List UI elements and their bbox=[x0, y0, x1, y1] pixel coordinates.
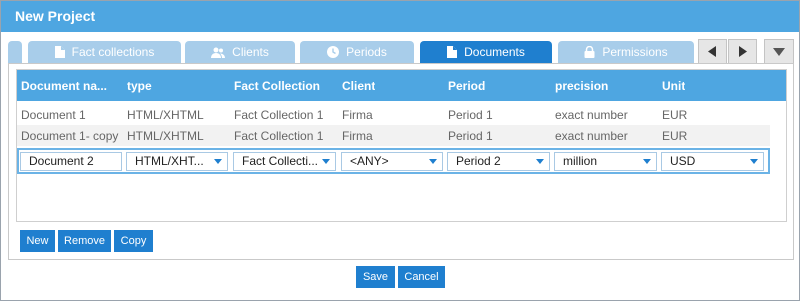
clock-icon bbox=[327, 46, 340, 58]
column-header-fact-collection[interactable]: Fact Collection bbox=[234, 79, 320, 93]
column-header-client[interactable]: Client bbox=[342, 79, 375, 93]
titlebar[interactable]: New Project bbox=[1, 1, 799, 32]
tab-label: Documents bbox=[464, 45, 525, 59]
unit-select-value: USD bbox=[670, 154, 696, 168]
tab-fact-collections[interactable]: Fact collections bbox=[28, 41, 181, 63]
chevron-down-icon bbox=[536, 159, 544, 164]
column-header-period[interactable]: Period bbox=[448, 79, 485, 93]
client-select[interactable]: <ANY> bbox=[341, 152, 443, 171]
users-icon bbox=[211, 47, 226, 58]
tab-documents[interactable]: Documents bbox=[420, 41, 552, 63]
cell-period: Period 1 bbox=[448, 108, 493, 122]
tab-permissions[interactable]: Permissions bbox=[558, 41, 694, 63]
tab-menu-button[interactable] bbox=[764, 39, 794, 64]
cell-fact-collection: Fact Collection 1 bbox=[234, 129, 324, 143]
cell-type: HTML/XHTML bbox=[127, 129, 204, 143]
unit-select[interactable]: USD bbox=[661, 152, 764, 171]
window-title: New Project bbox=[15, 8, 96, 24]
document-icon bbox=[54, 46, 65, 58]
tab-periods[interactable]: Periods bbox=[300, 41, 414, 63]
cell-period: Period 1 bbox=[448, 129, 493, 143]
tab-prev-button[interactable] bbox=[698, 39, 727, 64]
column-header-document-name[interactable]: Document na... bbox=[21, 79, 127, 93]
tab-label: Clients bbox=[232, 45, 269, 59]
type-select-value: HTML/XHT... bbox=[135, 154, 204, 168]
client-select-value: <ANY> bbox=[350, 154, 389, 168]
cell-document-name: Document 1- copy bbox=[21, 129, 119, 143]
lock-icon bbox=[584, 46, 595, 58]
chevron-down-icon bbox=[643, 159, 651, 164]
tab-label: Permissions bbox=[602, 45, 668, 59]
cell-unit: EUR bbox=[662, 129, 688, 143]
save-button[interactable]: Save bbox=[356, 266, 395, 288]
chevron-down-icon bbox=[773, 47, 785, 56]
table-row[interactable]: Document 1 HTML/XHTML Fact Collection 1 … bbox=[17, 104, 786, 125]
fact-collection-select[interactable]: Fact Collecti... bbox=[233, 152, 336, 171]
grid-header: Document na... type Fact Collection Clie… bbox=[17, 70, 786, 101]
cell-type: HTML/XHTML bbox=[127, 108, 204, 122]
tab-label: Periods bbox=[346, 45, 387, 59]
cell-document-name: Document 1 bbox=[21, 108, 86, 122]
column-header-unit[interactable]: Unit bbox=[662, 79, 685, 93]
table-row-editing[interactable]: Document 2 HTML/XHT... Fact Collecti... … bbox=[17, 148, 770, 174]
document-name-input[interactable]: Document 2 bbox=[20, 152, 122, 171]
table-row[interactable]: Document 1- copy HTML/XHTML Fact Collect… bbox=[17, 125, 770, 146]
document-icon bbox=[447, 46, 458, 58]
tab-clients[interactable]: Clients bbox=[185, 41, 295, 63]
documents-panel: Document na... type Fact Collection Clie… bbox=[8, 63, 794, 260]
column-header-type[interactable]: type bbox=[127, 79, 152, 93]
tab-next-button[interactable] bbox=[728, 39, 757, 64]
cell-precision: exact number bbox=[555, 129, 628, 143]
chevron-left-icon bbox=[708, 46, 716, 57]
tab-overflow-left[interactable] bbox=[8, 41, 22, 63]
documents-grid: Document na... type Fact Collection Clie… bbox=[16, 69, 787, 222]
cell-precision: exact number bbox=[555, 108, 628, 122]
chevron-right-icon bbox=[739, 46, 747, 57]
chevron-down-icon bbox=[322, 159, 330, 164]
copy-button[interactable]: Copy bbox=[114, 230, 153, 252]
chevron-down-icon bbox=[429, 159, 437, 164]
tab-label: Fact collections bbox=[71, 45, 155, 59]
new-button[interactable]: New bbox=[20, 230, 55, 252]
cell-fact-collection: Fact Collection 1 bbox=[234, 108, 324, 122]
new-project-dialog: New Project Fact collections Clients Per… bbox=[0, 0, 800, 301]
cancel-button[interactable]: Cancel bbox=[398, 266, 445, 288]
cell-unit: EUR bbox=[662, 108, 688, 122]
period-select-value: Period 2 bbox=[456, 154, 501, 168]
cell-client: Firma bbox=[342, 129, 373, 143]
fact-collection-select-value: Fact Collecti... bbox=[242, 154, 319, 168]
chevron-down-icon bbox=[750, 159, 758, 164]
column-header-precision[interactable]: precision bbox=[555, 79, 608, 93]
remove-button[interactable]: Remove bbox=[58, 230, 111, 252]
cell-client: Firma bbox=[342, 108, 373, 122]
precision-select[interactable]: million bbox=[554, 152, 657, 171]
precision-select-value: million bbox=[563, 154, 598, 168]
chevron-down-icon bbox=[214, 159, 222, 164]
type-select[interactable]: HTML/XHT... bbox=[126, 152, 228, 171]
period-select[interactable]: Period 2 bbox=[447, 152, 550, 171]
